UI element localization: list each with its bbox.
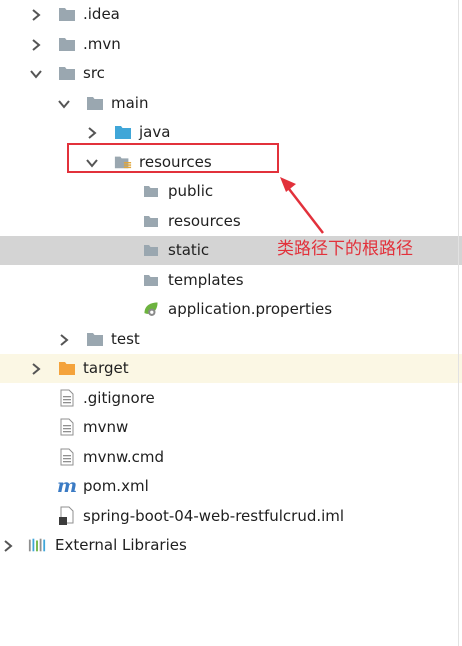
annotation-text: 类路径下的根路径 [277, 239, 413, 259]
annotation-arrow [280, 177, 324, 234]
